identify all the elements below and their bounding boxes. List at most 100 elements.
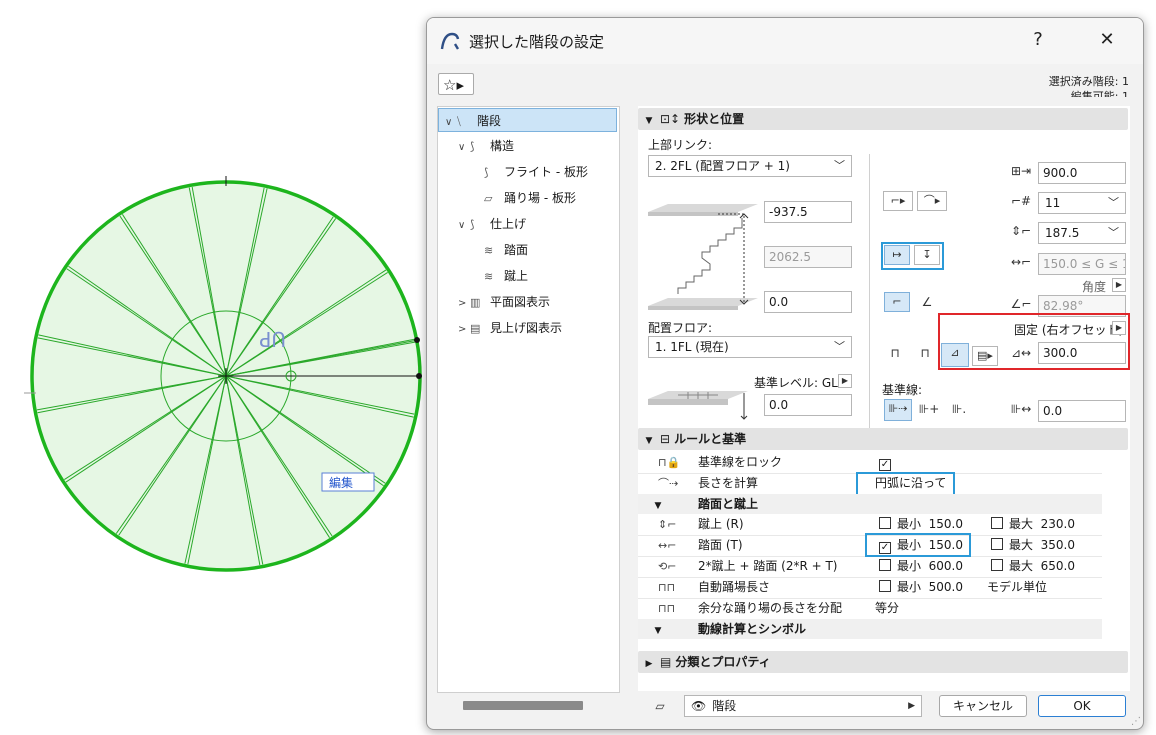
max-value[interactable]: 650.0: [1041, 559, 1075, 573]
lock-baseline-checkbox[interactable]: ✓: [879, 459, 891, 471]
section-classification-title: 分類とプロパティ: [675, 655, 771, 669]
baseline-offset-field[interactable]: 0.0: [1038, 400, 1126, 422]
shape-position-icon: ⊡↕: [660, 112, 681, 126]
tree-item-2[interactable]: ⟆ フライト - 板形: [438, 160, 617, 184]
max-label: 最大: [1009, 517, 1034, 531]
angle-arrow-button[interactable]: ▶: [1112, 278, 1126, 292]
tree-item-label: 構造: [490, 139, 515, 153]
riser-height-select[interactable]: 187.5 ﹀: [1038, 222, 1126, 244]
favorites-button[interactable]: ☆▸: [438, 73, 474, 95]
baseline-center-align-icon: ⊪+: [918, 402, 940, 416]
min-value[interactable]: 150.0: [929, 517, 963, 531]
finish-icon: ⟆: [470, 218, 475, 231]
collapse-arrow-icon[interactable]: ▼: [638, 496, 678, 516]
ok-button[interactable]: OK: [1038, 695, 1126, 717]
tree-item-label: フライト - 板形: [504, 165, 588, 179]
title-bar[interactable]: 選択した階段の設定 ? ✕: [427, 18, 1143, 64]
layer-select[interactable]: 👁 階段 ▶: [684, 695, 922, 717]
max-checkbox[interactable]: [991, 559, 1003, 571]
angle-label: 角度: [1082, 280, 1107, 294]
landing-length-icon: ⊓⊓: [658, 581, 676, 594]
length-calc-row: ⌒⇢ 長さを計算 円弧に沿って: [638, 472, 1102, 496]
hotspot-end[interactable]: [416, 373, 422, 379]
tree-item-label: 仕上げ: [490, 217, 527, 231]
collapse-arrow-icon[interactable]: ▼: [638, 110, 660, 132]
rule-row: ↔⌐ 踏面 (T) ✓ 最小 150.0 最大 350.0: [638, 533, 1102, 557]
collapse-arrow-icon[interactable]: ▼: [638, 621, 678, 641]
tree-item-5[interactable]: ≋ 踏面: [438, 238, 617, 262]
tree-item-7[interactable]: > ▥ 平面図表示: [438, 290, 617, 314]
max-checkbox[interactable]: [991, 517, 1003, 529]
riser-count-select[interactable]: 11 ﹀: [1038, 192, 1126, 214]
flight-icon: ⟆: [484, 166, 489, 179]
tread-riser-subheader[interactable]: ▼ 踏面と蹴上: [638, 494, 1102, 514]
home-floor-value: 1. 1FL (現在): [655, 340, 729, 354]
baseline-left-align-button[interactable]: ⊪⇢: [884, 399, 912, 421]
walkline-title: 動線計算とシンボル: [698, 622, 807, 636]
collapse-arrow-icon[interactable]: ∨: [445, 111, 457, 135]
section-classification[interactable]: ▶ ▤ 分類とプロパティ: [638, 651, 1128, 673]
arc-length-icon: ⌒⇢: [658, 477, 679, 490]
min-checkbox[interactable]: [879, 517, 891, 529]
auto-landing-min-checkbox[interactable]: [879, 580, 891, 592]
top-link-value: 2. 2FL (配置フロア + 1): [655, 159, 790, 173]
angle-field-icon: ∠⌐: [1010, 297, 1032, 311]
home-floor-select[interactable]: 1. 1FL (現在) ﹀: [648, 336, 852, 358]
min-label: 最小: [897, 559, 922, 573]
resize-grip-icon[interactable]: ⋰: [1131, 716, 1141, 727]
expand-arrow-icon[interactable]: >: [458, 318, 470, 342]
collapse-arrow-icon[interactable]: ∨: [458, 136, 470, 160]
formula-icon: ⟲⌐: [658, 560, 677, 573]
top-link-select[interactable]: 2. 2FL (配置フロア + 1) ﹀: [648, 155, 852, 177]
expand-arrow-icon[interactable]: >: [458, 292, 470, 316]
tree-item-6[interactable]: ≋ 蹴上: [438, 264, 617, 288]
total-width-field[interactable]: 900.0: [1038, 162, 1126, 184]
spiral-stair-drawing[interactable]: UP: [24, 176, 422, 572]
classification-icon: ▤: [660, 655, 672, 669]
tree-item-8[interactable]: > ▤ 見上げ図表示: [438, 316, 617, 340]
tree-item-label: 踊り場 - 板形: [504, 191, 576, 205]
section-shape-title: 形状と位置: [684, 112, 745, 126]
help-button[interactable]: ?: [1018, 26, 1058, 54]
lock-baseline-label: 基準線をロック: [698, 455, 783, 469]
tread-depth-lock-button[interactable]: ⌐: [884, 292, 910, 312]
tree-item-3[interactable]: ▱ 踊り場 - 板形: [438, 186, 617, 210]
tree-item-4[interactable]: ∨ ⟆ 仕上げ: [438, 212, 617, 236]
max-value[interactable]: 350.0: [1041, 538, 1075, 552]
ref-level-field[interactable]: 0.0: [764, 394, 852, 416]
auto-landing-min-label: 最小: [897, 580, 922, 594]
tree-item-1[interactable]: ∨ ⟆ 構造: [438, 134, 617, 158]
cancel-button[interactable]: キャンセル: [939, 695, 1027, 717]
section-rules[interactable]: ▼ ⊟ ルールと基準: [638, 428, 1128, 450]
height-field[interactable]: 2062.5: [764, 246, 852, 268]
chevron-down-icon: ﹀: [1108, 226, 1119, 239]
tree-item-0[interactable]: ∨ ⧹ 階段: [438, 108, 617, 132]
baseline-offset-icon: ⊪↔: [1010, 402, 1032, 416]
top-link-label: 上部リンク:: [648, 138, 713, 152]
section-shape-position[interactable]: ▼ ⊡↕ 形状と位置: [638, 108, 1128, 130]
bottom-offset-field[interactable]: 0.0: [764, 291, 852, 313]
min-checkbox[interactable]: [879, 559, 891, 571]
close-button[interactable]: ✕: [1087, 26, 1127, 54]
walkline-subheader[interactable]: ▼ 動線計算とシンボル: [638, 619, 1102, 639]
max-value[interactable]: 230.0: [1041, 517, 1075, 531]
collapse-arrow-icon[interactable]: ∨: [458, 214, 470, 238]
auto-landing-min-value[interactable]: 500.0: [929, 580, 963, 594]
baseline-right-align-icon: ⊪.: [951, 402, 967, 416]
tree-horizontal-scrollbar[interactable]: [463, 701, 583, 710]
collapse-arrow-icon[interactable]: ▼: [638, 430, 660, 452]
lock-baseline-row: ⊓🔒 基準線をロック ✓: [638, 452, 1102, 474]
stair-shape-button[interactable]: ⌒▸: [917, 191, 947, 211]
hotspot-top[interactable]: [414, 337, 420, 343]
ref-level-arrow-button[interactable]: ▶: [838, 374, 852, 388]
expand-arrow-icon[interactable]: ▶: [638, 653, 660, 675]
top-offset-field[interactable]: -937.5: [764, 201, 852, 223]
stair-settings-dialog: 選択した階段の設定 ? ✕ ☆▸ 選択済み階段: 1 編集可能: 1 ∨ ⧹ 階段 ∨…: [426, 17, 1144, 730]
edit-label[interactable]: 編集: [329, 475, 353, 490]
baseline-center-icon: ⊓: [920, 346, 930, 360]
extra-landing-value[interactable]: 等分: [875, 598, 899, 619]
min-value[interactable]: 600.0: [929, 559, 963, 573]
blue-highlight-length-calc: [856, 472, 955, 496]
stair-type-button[interactable]: ⌐▸: [883, 191, 913, 211]
max-checkbox[interactable]: [991, 538, 1003, 550]
